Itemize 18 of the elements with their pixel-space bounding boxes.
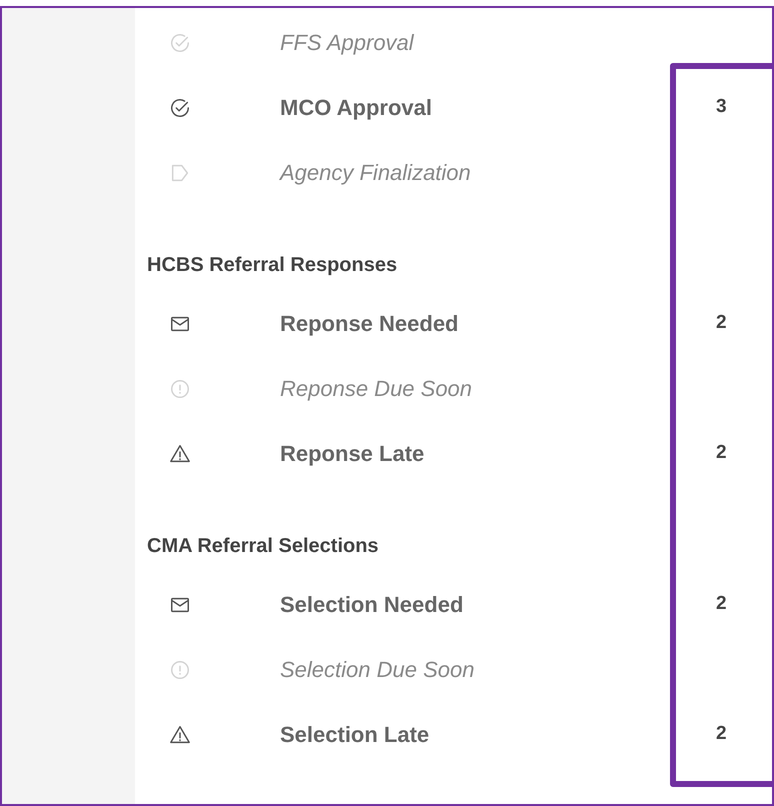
queue-item[interactable]: Selection Needed bbox=[280, 588, 464, 621]
warning-icon bbox=[169, 724, 191, 746]
queue-item[interactable]: Reponse Late bbox=[280, 437, 424, 470]
alert-circle-icon bbox=[169, 658, 191, 680]
item-count: 2 bbox=[716, 441, 728, 466]
item-count: 3 bbox=[716, 95, 728, 120]
item-count: 2 bbox=[716, 722, 728, 746]
queue-item[interactable]: Reponse Needed bbox=[280, 307, 458, 340]
section-heading: CMA Referral Selections bbox=[147, 534, 379, 558]
alert-circle-icon bbox=[169, 378, 191, 400]
check-circle-icon bbox=[169, 32, 191, 54]
item-count: 2 bbox=[716, 592, 728, 616]
queue-item[interactable]: MCO Approval bbox=[280, 91, 432, 124]
warning-icon bbox=[169, 442, 191, 464]
section-heading: HCBS Referral Responses bbox=[147, 252, 398, 278]
queue-item[interactable]: Selection Late bbox=[280, 718, 430, 751]
item-count: 2 bbox=[716, 311, 728, 336]
check-circle-icon bbox=[169, 96, 191, 118]
